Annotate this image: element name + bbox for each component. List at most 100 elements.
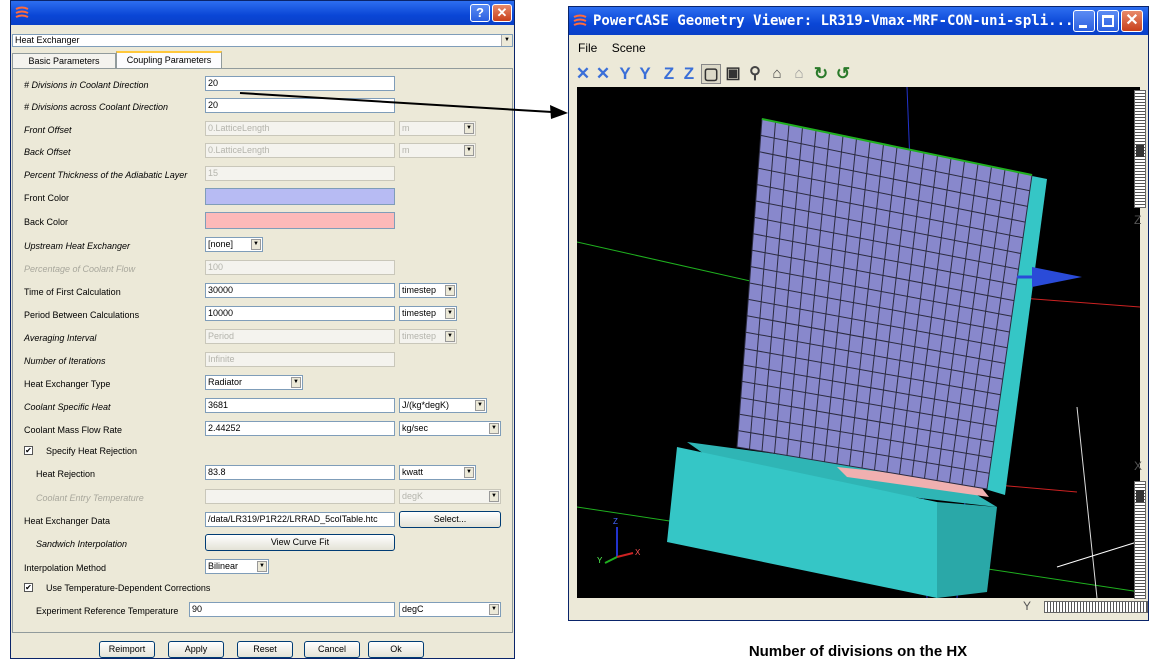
menu-file[interactable]: File — [578, 41, 597, 55]
averaging-input[interactable]: Period — [205, 329, 395, 344]
minimize-icon — [1079, 25, 1087, 28]
mass-flow-unit-select[interactable]: kg/sec ▼ — [399, 421, 501, 436]
averaging-unit-value: timestep — [402, 331, 437, 341]
div-across-input[interactable]: 20 — [205, 98, 395, 113]
heat-rejection-input[interactable]: 83.8 — [205, 465, 395, 480]
heat-rejection-unit-value: kwatt — [402, 467, 424, 477]
averaging-unit-select[interactable]: timestep ▼ — [399, 329, 457, 344]
time-first-input[interactable]: 30000 — [205, 283, 395, 298]
front-offset-input[interactable]: 0.LatticeLength — [205, 121, 395, 136]
ok-button[interactable]: Ok — [368, 641, 424, 658]
upstream-value: [none] — [208, 239, 234, 249]
exp-ref-temp-unit-select[interactable]: degC ▼ — [399, 602, 501, 617]
mass-flow-input[interactable]: 2.44252 — [205, 421, 395, 436]
exp-ref-temp-input[interactable]: 90 — [189, 602, 395, 617]
period-between-input[interactable]: 10000 — [205, 306, 395, 321]
viewer-title: PowerCASE Geometry Viewer: LR319-Vmax-MR… — [593, 13, 1074, 29]
back-offset-unit-value: m — [402, 145, 410, 155]
div-coolant-input[interactable]: 20 — [205, 76, 395, 91]
time-first-unit-select[interactable]: timestep ▼ — [399, 283, 457, 298]
view-z-icon[interactable]: Z — [659, 64, 679, 84]
z-axis-slider[interactable] — [1134, 90, 1146, 208]
chevron-down-icon: ▼ — [257, 561, 267, 572]
chevron-down-icon: ▼ — [464, 145, 474, 156]
cancel-button[interactable]: Cancel — [304, 641, 360, 658]
tab-coupling-parameters[interactable]: Coupling Parameters — [116, 51, 222, 69]
entry-temp-input[interactable] — [205, 489, 395, 504]
temp-corr-label: Use Temperature-Dependent Corrections — [46, 583, 211, 593]
z-slider-handle[interactable] — [1136, 145, 1144, 157]
specific-heat-unit-select[interactable]: J/(kg*degK) ▼ — [399, 398, 487, 413]
reset-button[interactable]: Reset — [237, 641, 293, 658]
chevron-down-icon: ▼ — [489, 491, 499, 502]
3d-viewport[interactable]: Z X Y — [577, 87, 1140, 598]
viewer-titlebar: PowerCASE Geometry Viewer: LR319-Vmax-MR… — [569, 7, 1148, 35]
select-file-button[interactable]: Select... — [399, 511, 501, 528]
pct-thickness-input[interactable]: 15 — [205, 166, 395, 181]
period-between-unit-value: timestep — [402, 308, 437, 318]
exp-ref-temp-unit-value: degC — [402, 604, 424, 614]
perspective-toggle-icon[interactable]: ▢ — [701, 64, 721, 84]
object-type-select[interactable]: Heat Exchanger ▼ — [12, 34, 513, 47]
chevron-down-icon: ▼ — [291, 377, 301, 388]
view-neg-x-icon[interactable]: ✕ — [593, 64, 613, 84]
exp-ref-temp-label: Experiment Reference Temperature — [36, 606, 179, 616]
x-slider-handle[interactable] — [1136, 490, 1144, 502]
close-button[interactable]: ✕ — [492, 4, 512, 22]
back-offset-input[interactable]: 0.LatticeLength — [205, 143, 395, 158]
view-neg-y-icon[interactable]: Y — [635, 64, 655, 84]
viewer-close-button[interactable]: ✕ — [1121, 10, 1143, 32]
svg-text:Z: Z — [613, 517, 618, 526]
heat-rejection-unit-select[interactable]: kwatt ▼ — [399, 465, 476, 480]
view-neg-z-icon[interactable]: Z — [679, 64, 699, 84]
set-home-icon[interactable]: ⌂ — [767, 64, 787, 84]
view-x-icon[interactable]: ✕ — [573, 64, 593, 84]
upstream-select[interactable]: [none] ▼ — [205, 237, 263, 252]
front-color-swatch[interactable] — [205, 188, 395, 205]
chevron-down-icon: ▼ — [251, 239, 261, 250]
hx-type-value: Radiator — [208, 377, 243, 387]
undo-icon[interactable]: ↺ — [833, 64, 853, 84]
minimize-button[interactable] — [1073, 10, 1095, 32]
specific-heat-label: Coolant Specific Heat — [24, 402, 111, 412]
y-axis-slider[interactable] — [1044, 601, 1148, 613]
view-y-icon[interactable]: Y — [615, 64, 635, 84]
chevron-down-icon: ▼ — [464, 123, 474, 134]
pct-thickness-label: Percent Thickness of the Adiabatic Layer — [24, 170, 188, 180]
x-axis-slider[interactable] — [1134, 481, 1146, 599]
tab-basic-parameters[interactable]: Basic Parameters — [12, 53, 116, 69]
front-offset-unit-select[interactable]: m ▼ — [399, 121, 476, 136]
interp-select[interactable]: Bilinear ▼ — [205, 559, 269, 574]
redo-icon[interactable]: ↻ — [811, 64, 831, 84]
hx-data-path-input[interactable]: /data/LR319/P1R22/LRRAD_5colTable.htc — [205, 512, 395, 527]
geometry-viewer-window: PowerCASE Geometry Viewer: LR319-Vmax-MR… — [568, 6, 1149, 621]
hx-type-select[interactable]: Radiator ▼ — [205, 375, 303, 390]
mass-flow-label: Coolant Mass Flow Rate — [24, 425, 123, 435]
entry-temp-unit-select[interactable]: degK ▼ — [399, 489, 501, 504]
maximize-button[interactable] — [1097, 10, 1119, 32]
pct-coolant-input[interactable]: 100 — [205, 260, 395, 275]
coupling-parameters-panel: # Divisions in Coolant Direction 20 # Di… — [12, 68, 513, 633]
close-icon: ✕ — [1125, 12, 1139, 29]
specify-rejection-checkbox[interactable]: ✔ — [24, 446, 33, 455]
apply-button[interactable]: Apply — [168, 641, 224, 658]
reimport-button[interactable]: Reimport — [99, 641, 155, 658]
geometry-render: Z X Y — [577, 87, 1140, 598]
heat-exchanger-dialog: ? ✕ Heat Exchanger ▼ Basic Parameters Co… — [10, 0, 515, 659]
temp-corr-checkbox[interactable]: ✔ — [24, 583, 33, 592]
fit-view-icon[interactable]: ▣ — [723, 64, 743, 84]
object-type-value: Heat Exchanger — [15, 35, 80, 45]
z-axis-label: Z — [1134, 213, 1142, 227]
menu-scene[interactable]: Scene — [612, 41, 646, 55]
front-offset-label: Front Offset — [24, 125, 72, 135]
specific-heat-input[interactable]: 3681 — [205, 398, 395, 413]
zoom-icon[interactable]: ⚲ — [745, 64, 765, 84]
back-color-swatch[interactable] — [205, 212, 395, 229]
view-curve-fit-button[interactable]: View Curve Fit — [205, 534, 395, 551]
period-between-unit-select[interactable]: timestep ▼ — [399, 306, 457, 321]
back-offset-unit-select[interactable]: m ▼ — [399, 143, 476, 158]
hx-data-label: Heat Exchanger Data — [24, 516, 111, 526]
help-button[interactable]: ? — [470, 4, 490, 22]
home-icon[interactable]: ⌂ — [789, 64, 809, 84]
iterations-input[interactable]: Infinite — [205, 352, 395, 367]
